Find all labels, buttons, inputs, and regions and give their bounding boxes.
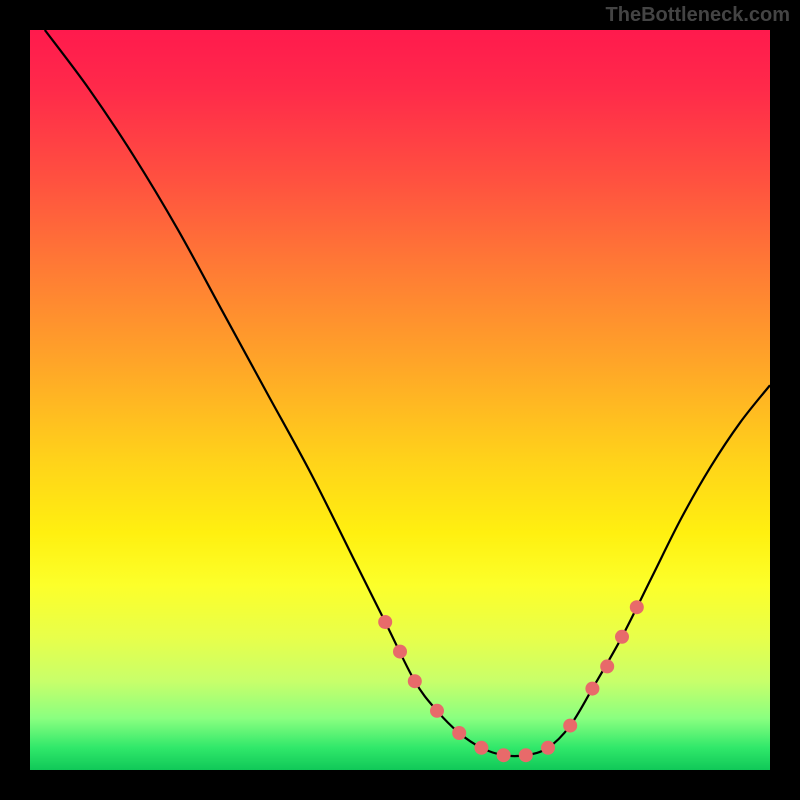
watermark-text: TheBottleneck.com bbox=[606, 4, 790, 27]
chart-background bbox=[30, 30, 770, 770]
